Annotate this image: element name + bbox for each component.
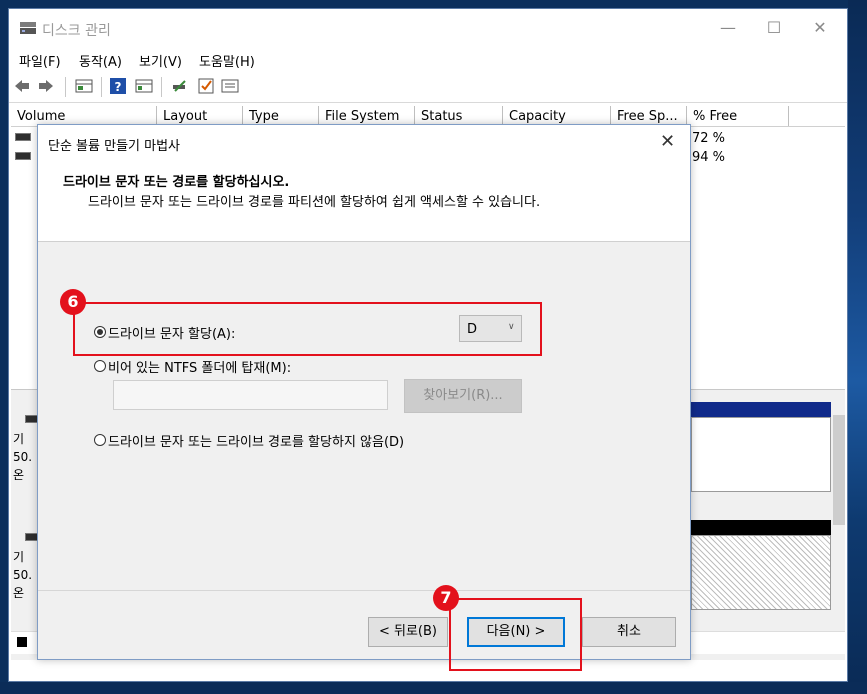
- scrollbar-thumb[interactable]: [833, 415, 845, 525]
- disk-1-info[interactable]: 기 50. 온: [13, 548, 39, 602]
- partition-header-primary: [691, 402, 831, 417]
- grid-icon[interactable]: [75, 77, 93, 95]
- legend-unallocated-swatch: [17, 637, 27, 647]
- browse-button[interactable]: 찾아보기(R)...: [404, 379, 522, 413]
- menu-bar: 파일(F) 동작(A) 보기(V) 도움말(H): [9, 47, 847, 71]
- column-type[interactable]: Type: [243, 106, 319, 126]
- title-bar: 디스크 관리 — ☐ ✕: [9, 9, 847, 47]
- help-icon[interactable]: ?: [109, 77, 127, 95]
- toolbar-separator: [101, 77, 102, 97]
- toolbar-separator: [161, 77, 162, 97]
- taskbar-edge: [0, 682, 867, 694]
- cancel-button[interactable]: 취소: [582, 617, 676, 647]
- wizard-header: 단순 볼륨 만들기 마법사 ✕ 드라이브 문자 또는 경로를 할당하십시오. 드…: [38, 125, 690, 242]
- maximize-button[interactable]: ☐: [751, 13, 797, 43]
- minimize-button[interactable]: —: [705, 13, 751, 43]
- forward-arrow-icon[interactable]: [37, 77, 55, 95]
- menu-view[interactable]: 보기(V): [139, 51, 182, 70]
- column-status[interactable]: Status: [415, 106, 503, 126]
- connect-icon[interactable]: [171, 77, 189, 95]
- wizard-heading: 드라이브 문자 또는 경로를 할당하십시오.: [63, 175, 290, 190]
- partition-header-unallocated: [691, 520, 831, 535]
- wizard-subheading: 드라이브 문자 또는 드라이브 경로를 파티션에 할당하여 쉽게 액세스할 수 …: [88, 195, 541, 210]
- back-button[interactable]: < 뒤로(B): [368, 617, 448, 647]
- label-mount-ntfs-folder[interactable]: 비어 있는 NTFS 폴더에 탑재(M):: [108, 357, 291, 376]
- svg-text:?: ?: [115, 80, 122, 94]
- table-cell-percent-free: 72 %: [692, 131, 726, 146]
- properties-icon[interactable]: [135, 77, 153, 95]
- column-percent-free[interactable]: % Free: [687, 106, 789, 126]
- column-free-space[interactable]: Free Sp...: [611, 106, 687, 126]
- wizard-close-button[interactable]: ✕: [660, 131, 675, 152]
- column-layout[interactable]: Layout: [157, 106, 243, 126]
- toolbar-separator: [65, 77, 66, 97]
- drive-icon: [15, 152, 31, 160]
- disk-0-info[interactable]: 기 50. 온: [13, 430, 39, 484]
- radio-do-not-assign[interactable]: [94, 434, 106, 446]
- highlight-next-button: [449, 598, 582, 671]
- step-marker-6: 6: [60, 289, 86, 315]
- wizard-title: 단순 볼륨 만들기 마법사: [48, 139, 180, 154]
- desktop-background: [848, 0, 867, 694]
- toolbar: ?: [9, 71, 847, 103]
- new-simple-volume-wizard: 단순 볼륨 만들기 마법사 ✕ 드라이브 문자 또는 경로를 할당하십시오. 드…: [37, 124, 691, 660]
- menu-file[interactable]: 파일(F): [19, 51, 61, 70]
- column-volume[interactable]: Volume: [11, 106, 157, 126]
- folder-path-input[interactable]: [113, 380, 388, 410]
- checklist-icon[interactable]: [197, 77, 215, 95]
- column-file-system[interactable]: File System: [319, 106, 415, 126]
- highlight-drive-letter-option: [73, 302, 542, 356]
- step-marker-7: 7: [433, 585, 459, 611]
- drive-icon: [15, 133, 31, 141]
- table-cell-percent-free: 94 %: [692, 150, 726, 165]
- list-icon[interactable]: [221, 77, 239, 95]
- menu-action[interactable]: 동작(A): [79, 51, 122, 70]
- menu-help[interactable]: 도움말(H): [199, 51, 255, 70]
- back-arrow-icon[interactable]: [13, 77, 31, 95]
- label-do-not-assign[interactable]: 드라이브 문자 또는 드라이브 경로를 할당하지 않음(D): [108, 431, 404, 450]
- window-title: 디스크 관리: [42, 23, 111, 39]
- radio-mount-ntfs-folder[interactable]: [94, 360, 106, 372]
- close-button[interactable]: ✕: [797, 13, 843, 43]
- unallocated-partition-block[interactable]: [691, 535, 831, 610]
- disk-management-icon: [19, 21, 37, 35]
- partition-block[interactable]: [691, 417, 831, 492]
- column-capacity[interactable]: Capacity: [503, 106, 611, 126]
